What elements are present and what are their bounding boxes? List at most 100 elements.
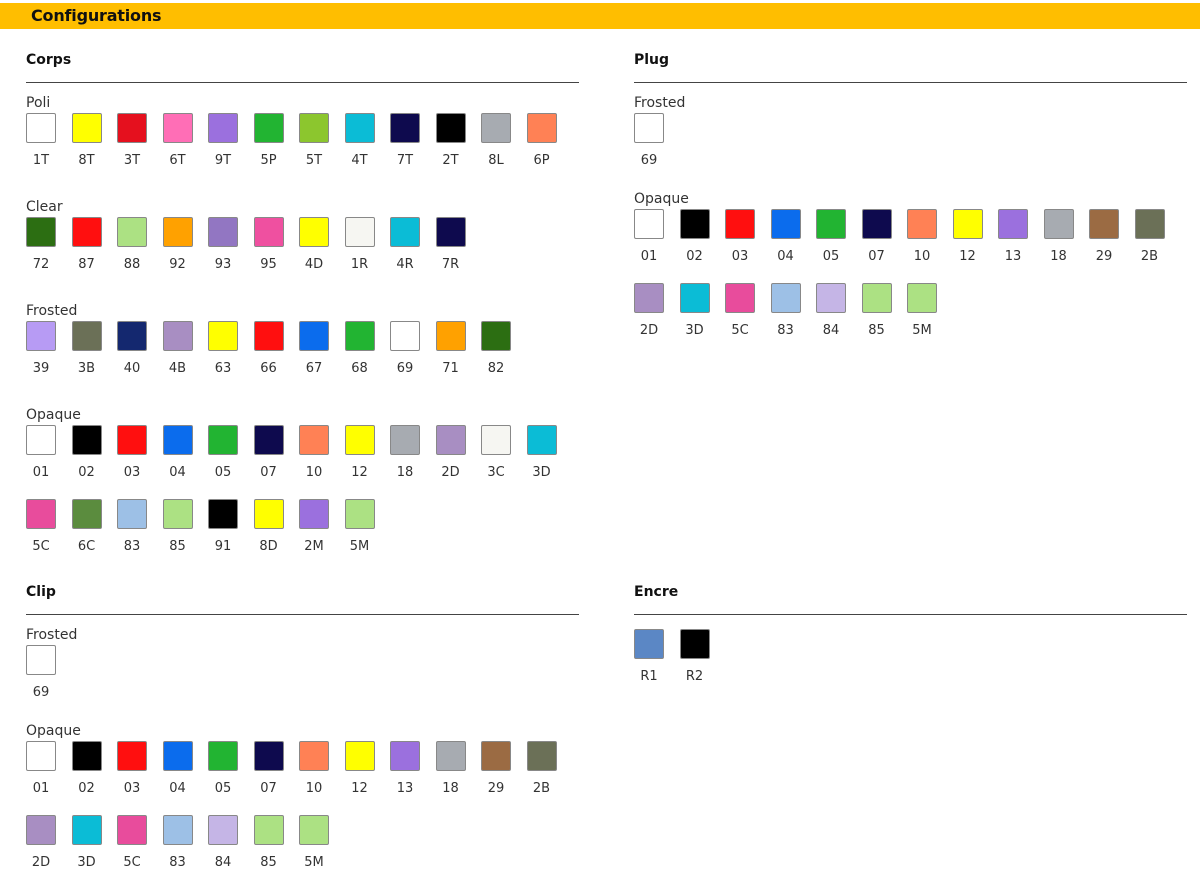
color-swatch-2b[interactable]: 2B: [526, 741, 573, 815]
color-swatch-7t[interactable]: 7T: [390, 113, 436, 187]
color-chip[interactable]: [299, 425, 329, 455]
color-swatch-12[interactable]: 12: [344, 425, 391, 499]
color-chip[interactable]: [435, 217, 466, 247]
color-swatch-29[interactable]: 29: [1089, 209, 1135, 283]
color-chip[interactable]: [253, 217, 284, 247]
color-swatch-39[interactable]: 39: [26, 321, 72, 395]
color-chip[interactable]: [208, 113, 238, 143]
color-swatch-71[interactable]: 71: [435, 321, 482, 395]
color-swatch-5p[interactable]: 5P: [253, 113, 300, 187]
color-chip[interactable]: [435, 741, 466, 771]
color-swatch-4b[interactable]: 4B: [162, 321, 209, 395]
color-swatch-01[interactable]: 01: [26, 425, 72, 499]
color-swatch-7r[interactable]: 7R: [435, 217, 482, 291]
color-swatch-05[interactable]: 05: [208, 741, 254, 815]
color-chip[interactable]: [253, 741, 284, 771]
color-swatch-02[interactable]: 02: [71, 741, 118, 815]
color-swatch-13[interactable]: 13: [390, 741, 436, 815]
color-chip[interactable]: [679, 629, 710, 659]
color-swatch-10[interactable]: 10: [299, 741, 345, 815]
color-swatch-6p[interactable]: 6P: [526, 113, 573, 187]
color-swatch-13[interactable]: 13: [998, 209, 1044, 283]
color-chip[interactable]: [162, 321, 193, 351]
color-swatch-04[interactable]: 04: [162, 425, 209, 499]
color-swatch-9t[interactable]: 9T: [208, 113, 254, 187]
color-swatch-2d[interactable]: 2D: [26, 815, 72, 889]
color-chip[interactable]: [861, 209, 892, 239]
color-chip[interactable]: [117, 741, 147, 771]
color-swatch-88[interactable]: 88: [117, 217, 163, 291]
color-chip[interactable]: [634, 113, 664, 143]
color-swatch-4d[interactable]: 4D: [299, 217, 345, 291]
color-swatch-95[interactable]: 95: [253, 217, 300, 291]
color-swatch-12[interactable]: 12: [344, 741, 391, 815]
color-swatch-5t[interactable]: 5T: [299, 113, 345, 187]
color-chip[interactable]: [435, 425, 466, 455]
color-swatch-01[interactable]: 01: [26, 741, 72, 815]
color-chip[interactable]: [71, 499, 102, 529]
color-chip[interactable]: [71, 217, 102, 247]
color-chip[interactable]: [526, 425, 557, 455]
color-chip[interactable]: [770, 283, 801, 313]
color-chip[interactable]: [71, 113, 102, 143]
color-chip[interactable]: [526, 113, 557, 143]
color-swatch-05[interactable]: 05: [208, 425, 254, 499]
color-chip[interactable]: [299, 113, 329, 143]
color-chip[interactable]: [26, 217, 56, 247]
color-chip[interactable]: [299, 815, 329, 845]
color-chip[interactable]: [907, 283, 937, 313]
color-chip[interactable]: [253, 113, 284, 143]
color-chip[interactable]: [435, 321, 466, 351]
color-chip[interactable]: [26, 645, 56, 675]
color-swatch-3d[interactable]: 3D: [71, 815, 118, 889]
color-chip[interactable]: [162, 425, 193, 455]
color-chip[interactable]: [634, 629, 664, 659]
color-swatch-4r[interactable]: 4R: [390, 217, 436, 291]
color-swatch-07[interactable]: 07: [861, 209, 908, 283]
color-swatch-8d[interactable]: 8D: [253, 499, 300, 573]
color-chip[interactable]: [907, 209, 937, 239]
color-swatch-69[interactable]: 69: [26, 645, 72, 711]
color-chip[interactable]: [162, 741, 193, 771]
color-swatch-5c[interactable]: 5C: [117, 815, 163, 889]
color-chip[interactable]: [253, 499, 284, 529]
color-swatch-02[interactable]: 02: [71, 425, 118, 499]
color-chip[interactable]: [390, 321, 420, 351]
color-chip[interactable]: [299, 321, 329, 351]
color-swatch-1t[interactable]: 1T: [26, 113, 72, 187]
color-swatch-3t[interactable]: 3T: [117, 113, 163, 187]
color-chip[interactable]: [481, 741, 511, 771]
color-swatch-69[interactable]: 69: [390, 321, 436, 395]
color-chip[interactable]: [162, 815, 193, 845]
color-swatch-5m[interactable]: 5M: [344, 499, 391, 573]
color-swatch-83[interactable]: 83: [117, 499, 163, 573]
color-swatch-2t[interactable]: 2T: [435, 113, 482, 187]
color-chip[interactable]: [526, 741, 557, 771]
color-chip[interactable]: [390, 425, 420, 455]
color-chip[interactable]: [861, 283, 892, 313]
color-chip[interactable]: [390, 113, 420, 143]
color-chip[interactable]: [208, 217, 238, 247]
color-swatch-1r[interactable]: 1R: [344, 217, 391, 291]
color-chip[interactable]: [344, 499, 375, 529]
color-swatch-91[interactable]: 91: [208, 499, 254, 573]
color-swatch-68[interactable]: 68: [344, 321, 391, 395]
color-chip[interactable]: [344, 217, 375, 247]
color-chip[interactable]: [26, 113, 56, 143]
color-swatch-83[interactable]: 83: [162, 815, 209, 889]
color-chip[interactable]: [26, 815, 56, 845]
color-chip[interactable]: [481, 321, 511, 351]
color-chip[interactable]: [816, 209, 846, 239]
color-swatch-3b[interactable]: 3B: [71, 321, 118, 395]
color-chip[interactable]: [208, 815, 238, 845]
color-swatch-5c[interactable]: 5C: [26, 499, 72, 573]
color-swatch-3d[interactable]: 3D: [679, 283, 726, 357]
color-swatch-66[interactable]: 66: [253, 321, 300, 395]
color-chip[interactable]: [390, 741, 420, 771]
color-chip[interactable]: [481, 425, 511, 455]
color-swatch-92[interactable]: 92: [162, 217, 209, 291]
color-chip[interactable]: [1043, 209, 1074, 239]
color-swatch-r2[interactable]: R2: [679, 629, 726, 703]
color-chip[interactable]: [299, 217, 329, 247]
color-chip[interactable]: [208, 499, 238, 529]
